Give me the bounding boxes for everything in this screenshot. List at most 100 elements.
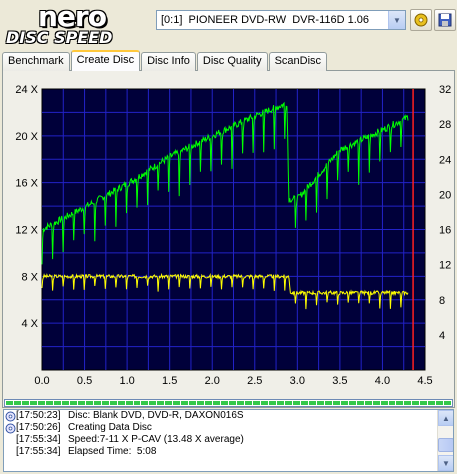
drive-select[interactable]: [0:1] PIONEER DVD-RW DVR-116D 1.06 ▼ bbox=[156, 10, 406, 30]
x-tick-label: 2.5 bbox=[247, 375, 262, 387]
progress-segment bbox=[253, 401, 260, 405]
floppy-icon bbox=[438, 13, 452, 27]
y-left-tick-label: 20 X bbox=[15, 131, 38, 143]
y-right-tick-label: 32 bbox=[439, 84, 451, 96]
log-row: [17:50:26] Creating Data Disc bbox=[4, 422, 453, 434]
progress-segment bbox=[37, 401, 45, 405]
log-row: [17:55:34] Speed:7-11 X P-CAV (13.48 X av… bbox=[4, 434, 453, 446]
progress-segment bbox=[356, 401, 364, 405]
tab-benchmark[interactable]: Benchmark bbox=[2, 52, 70, 71]
eject-button[interactable] bbox=[410, 9, 432, 31]
log-scrollbar[interactable]: ▲ ▼ bbox=[437, 410, 453, 471]
progress-segment bbox=[13, 401, 21, 405]
progress-segment bbox=[85, 401, 93, 405]
y-right-tick-label: 28 bbox=[439, 119, 451, 131]
log-row: [17:50:23] Disc: Blank DVD, DVD-R, DAXON0… bbox=[4, 410, 453, 422]
scroll-thumb[interactable] bbox=[438, 438, 453, 452]
progress-segment bbox=[396, 401, 404, 405]
progress-segment bbox=[237, 401, 245, 405]
scroll-up-icon[interactable]: ▲ bbox=[438, 410, 453, 426]
progress-segment bbox=[444, 401, 452, 405]
progress-segment bbox=[21, 401, 29, 405]
y-right-tick-label: 16 bbox=[439, 225, 451, 237]
disc-icon bbox=[4, 411, 16, 422]
log-icon-empty bbox=[4, 447, 16, 458]
y-left-tick-label: 8 X bbox=[21, 271, 38, 283]
log-message: Speed:7-11 X P-CAV (13.48 X average) bbox=[68, 434, 244, 445]
progress-segment bbox=[45, 401, 53, 405]
progress-segment bbox=[332, 401, 340, 405]
log-icon-empty bbox=[4, 435, 16, 446]
tab-bar: Benchmark Create Disc Disc Info Disc Qua… bbox=[2, 50, 328, 71]
progress-segment bbox=[173, 401, 181, 405]
progress-bar bbox=[4, 399, 453, 407]
progress-segment bbox=[117, 401, 125, 405]
y-left-tick-label: 4 X bbox=[21, 318, 38, 330]
logo-discspeed-text: DISC SPEED bbox=[6, 28, 113, 47]
tab-create-disc[interactable]: Create Disc bbox=[70, 50, 141, 71]
progress-segment bbox=[388, 401, 396, 405]
log-message: Elapsed Time: 5:08 bbox=[68, 446, 157, 457]
log-timestamp: [17:50:26] bbox=[16, 422, 61, 433]
progress-segment bbox=[109, 401, 117, 405]
eject-icon bbox=[414, 13, 428, 27]
y-right-tick-label: 4 bbox=[439, 330, 445, 342]
tab-scandisc[interactable]: ScanDisc bbox=[268, 52, 328, 71]
y-right-tick-label: 24 bbox=[439, 154, 451, 166]
log-row: [17:55:34] Elapsed Time: 5:08 bbox=[4, 446, 453, 458]
progress-segment bbox=[268, 401, 276, 405]
progress-segment bbox=[229, 401, 237, 405]
progress-segment bbox=[428, 401, 436, 405]
progress-segment bbox=[284, 401, 292, 405]
progress-segment bbox=[308, 401, 316, 405]
y-left-tick-label: 16 X bbox=[15, 178, 38, 190]
progress-segment bbox=[189, 401, 197, 405]
progress-segment bbox=[197, 401, 205, 405]
tab-disc-info[interactable]: Disc Info bbox=[141, 52, 196, 71]
progress-segment bbox=[340, 401, 348, 405]
progress-segment bbox=[324, 401, 332, 405]
drive-select-value: [0:1] PIONEER DVD-RW DVR-116D 1.06 bbox=[161, 14, 370, 26]
y-left-tick-label: 24 X bbox=[15, 84, 38, 96]
progress-segment bbox=[61, 401, 69, 405]
progress-segment bbox=[141, 401, 149, 405]
scroll-down-icon[interactable]: ▼ bbox=[438, 455, 453, 471]
y-right-tick-label: 20 bbox=[439, 189, 451, 201]
x-tick-label: 4.0 bbox=[375, 375, 390, 387]
log-message: Creating Data Disc bbox=[68, 422, 152, 433]
progress-segment bbox=[300, 401, 308, 405]
progress-segment bbox=[101, 401, 109, 405]
progress-segment bbox=[404, 401, 412, 405]
x-tick-label: 2.0 bbox=[205, 375, 220, 387]
log-timestamp: [17:50:23] bbox=[16, 410, 61, 421]
progress-segment bbox=[213, 401, 221, 405]
progress-segment bbox=[181, 401, 189, 405]
log-timestamp: [17:55:34] bbox=[16, 434, 61, 445]
progress-segment bbox=[157, 401, 165, 405]
save-button[interactable] bbox=[434, 9, 456, 31]
x-tick-label: 3.5 bbox=[332, 375, 347, 387]
disc-icon bbox=[4, 423, 16, 434]
progress-segment bbox=[93, 401, 101, 405]
y-left-tick-label: 12 X bbox=[15, 225, 38, 237]
x-tick-label: 3.0 bbox=[290, 375, 305, 387]
progress-segment bbox=[364, 401, 372, 405]
nero-discspeed-logo: nero DISC SPEED bbox=[4, 0, 154, 47]
y-right-tick-label: 12 bbox=[439, 260, 451, 272]
progress-segment bbox=[292, 401, 300, 405]
progress-segment bbox=[436, 401, 444, 405]
progress-segment bbox=[348, 401, 356, 405]
progress-segment bbox=[372, 401, 380, 405]
tab-disc-quality[interactable]: Disc Quality bbox=[196, 52, 268, 71]
progress-segment bbox=[6, 401, 13, 405]
x-tick-label: 1.0 bbox=[119, 375, 134, 387]
x-tick-label: 4.5 bbox=[417, 375, 432, 387]
x-tick-label: 1.5 bbox=[162, 375, 177, 387]
progress-segment bbox=[133, 401, 141, 405]
progress-segment bbox=[245, 401, 253, 405]
log-timestamp: [17:55:34] bbox=[16, 446, 61, 457]
progress-segment bbox=[149, 401, 157, 405]
progress-segment bbox=[165, 401, 173, 405]
progress-segment bbox=[412, 401, 420, 405]
chevron-down-icon[interactable]: ▼ bbox=[388, 11, 405, 29]
